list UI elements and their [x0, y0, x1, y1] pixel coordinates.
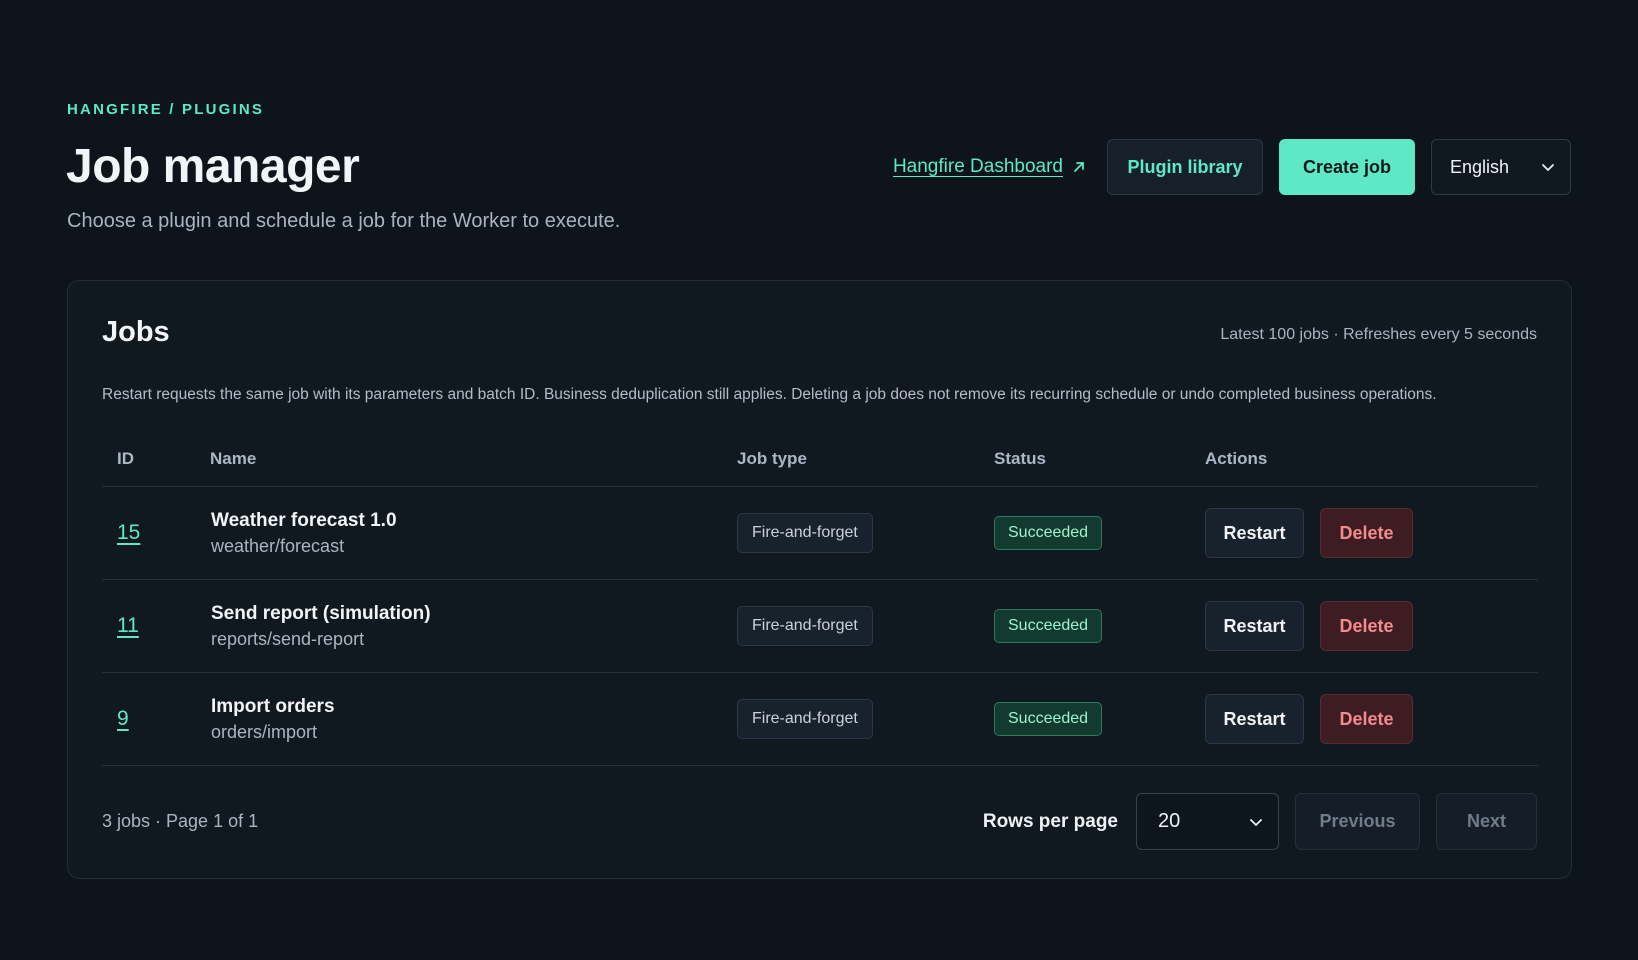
language-select-value: English — [1450, 156, 1510, 177]
jobs-card-title: Jobs — [102, 316, 170, 348]
status-badge: Succeeded — [994, 702, 1103, 736]
jobs-card-meta: Latest 100 jobs · Refreshes every 5 seco… — [1220, 326, 1537, 343]
language-select[interactable]: English — [1431, 139, 1571, 195]
table-header: ID Name Job type Status Actions — [102, 431, 1538, 487]
pagination: Rows per page 20 Previous Next — [983, 793, 1537, 850]
table-row: 9 Import orders orders/import Fire-and-f… — [102, 673, 1538, 766]
external-link-icon — [1074, 162, 1084, 172]
pagination-summary: 3 jobs · Page 1 of 1 — [102, 811, 259, 831]
status-badge: Succeeded — [994, 609, 1103, 643]
hangfire-dashboard-link[interactable]: Hangfire Dashboard — [893, 156, 1087, 178]
rows-per-page-value: 20 — [1158, 810, 1181, 832]
rows-per-page-select[interactable]: 20 — [1136, 793, 1279, 850]
jobs-card: Jobs Latest 100 jobs · Refreshes every 5… — [67, 280, 1572, 879]
jobs-card-note: Restart requests the same job with its p… — [102, 386, 1437, 403]
column-header-id: ID — [117, 448, 134, 468]
jobs-table: ID Name Job type Status Actions 15 Weath… — [102, 431, 1538, 766]
job-manager-page: HANGFIRE / PLUGINS Job manager Choose a … — [0, 0, 1638, 960]
previous-page-button[interactable]: Previous — [1295, 793, 1420, 850]
column-header-name: Name — [210, 448, 257, 468]
job-type-badge: Fire-and-forget — [737, 513, 873, 553]
job-name: Weather forecast 1.0 — [211, 509, 397, 531]
table-row: 15 Weather forecast 1.0 weather/forecast… — [102, 487, 1538, 580]
job-id-link[interactable]: 9 — [117, 707, 129, 730]
status-badge: Succeeded — [994, 516, 1103, 550]
job-id-link[interactable]: 15 — [117, 521, 140, 544]
plugin-library-button[interactable]: Plugin library — [1107, 139, 1263, 195]
job-path: weather/forecast — [211, 535, 345, 556]
hangfire-dashboard-link-label: Hangfire Dashboard — [892, 156, 1063, 177]
job-type-badge: Fire-and-forget — [737, 699, 873, 739]
chevron-down-icon — [1250, 818, 1262, 826]
job-path: orders/import — [211, 721, 318, 742]
restart-button[interactable]: Restart — [1205, 508, 1304, 558]
column-header-job-type: Job type — [737, 448, 807, 468]
column-header-actions: Actions — [1205, 448, 1268, 468]
table-row: 11 Send report (simulation) reports/send… — [102, 580, 1538, 673]
job-id-link[interactable]: 11 — [117, 614, 139, 637]
restart-button[interactable]: Restart — [1205, 601, 1304, 651]
job-path: reports/send-report — [211, 628, 365, 649]
job-type-badge: Fire-and-forget — [737, 606, 873, 646]
breadcrumb: HANGFIRE / PLUGINS — [67, 101, 265, 118]
job-name: Send report (simulation) — [211, 602, 431, 624]
page-subtitle: Choose a plugin and schedule a job for t… — [67, 210, 621, 232]
job-name: Import orders — [211, 695, 335, 717]
restart-button[interactable]: Restart — [1205, 694, 1304, 744]
create-job-button[interactable]: Create job — [1279, 139, 1415, 195]
rows-per-page-label: Rows per page — [982, 810, 1118, 832]
column-header-status: Status — [994, 448, 1046, 468]
page-title: Job manager — [66, 140, 360, 193]
delete-button[interactable]: Delete — [1320, 694, 1413, 744]
header-actions: Hangfire Dashboard Plugin library Create… — [893, 139, 1571, 195]
delete-button[interactable]: Delete — [1320, 601, 1413, 651]
next-page-button[interactable]: Next — [1436, 793, 1537, 850]
delete-button[interactable]: Delete — [1320, 508, 1413, 558]
chevron-down-icon — [1542, 164, 1554, 171]
